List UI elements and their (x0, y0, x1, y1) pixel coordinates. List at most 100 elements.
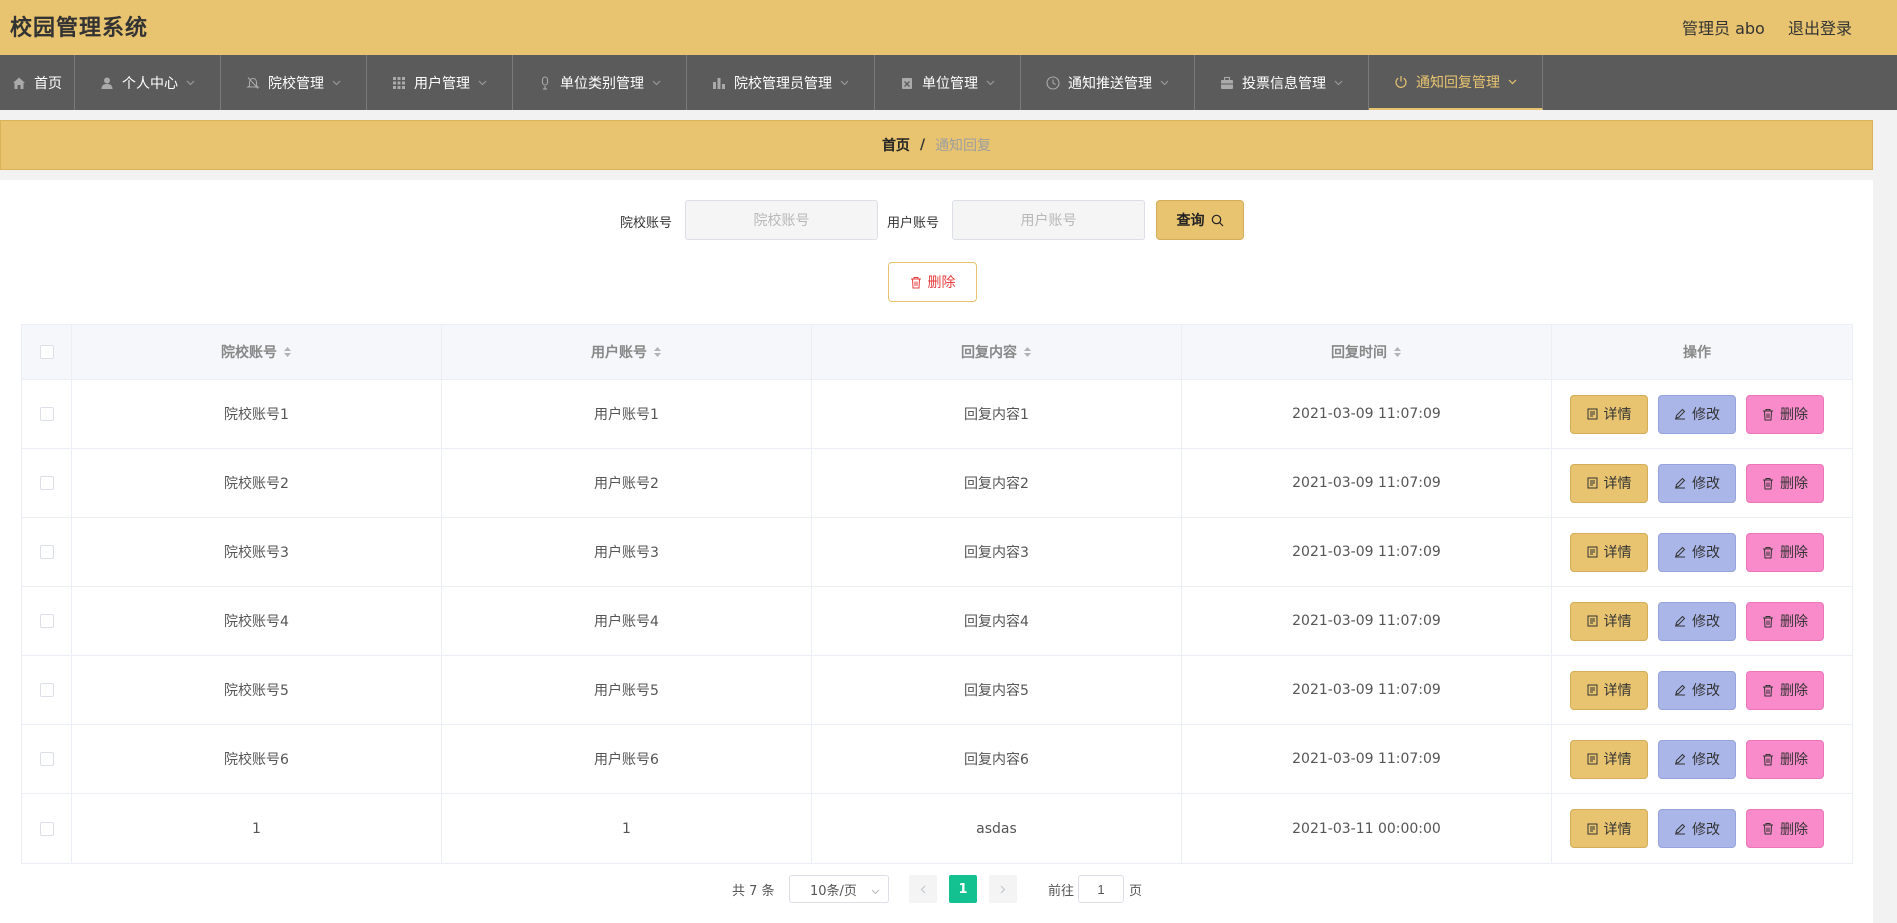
sort-icon[interactable] (1393, 346, 1402, 358)
reply-table: 院校账号 用户账号 回复内容 回复时间 操作 院校账号1 用户账号1 回复内容1 20… (21, 324, 1853, 864)
cell-text: 2021-03-09 11:07:09 (1292, 544, 1441, 560)
edit-button[interactable]: 修改 (1658, 601, 1736, 641)
breadcrumb: 首页 / 通知回复 (0, 120, 1873, 170)
detail-button[interactable]: 详情 (1570, 739, 1648, 779)
breadcrumb-home[interactable]: 首页 (882, 135, 910, 155)
edit-button[interactable]: 修改 (1658, 394, 1736, 434)
prev-page-button[interactable] (909, 875, 937, 903)
sort-icon[interactable] (283, 346, 292, 358)
row-checkbox[interactable] (39, 614, 54, 628)
nav-item-home[interactable]: 首页 (0, 55, 75, 110)
logout-link[interactable]: 退出登录 (1788, 15, 1852, 39)
user-account-input[interactable] (952, 200, 1145, 240)
cell-text: 回复内容1 (964, 407, 1029, 423)
delete-button[interactable]: 删除 (1746, 463, 1824, 503)
edit-button[interactable]: 修改 (1658, 739, 1736, 779)
delete-button[interactable]: 删除 (1746, 394, 1824, 434)
delete-button[interactable]: 删除 (1746, 739, 1824, 779)
col-label: 用户账号 (591, 345, 647, 361)
pencil-icon (1674, 753, 1686, 765)
table-row: 1 1 asdas 2021-03-11 00:00:00 详情 修改 删除 (22, 794, 1852, 863)
cell-school-account: 院校账号6 (72, 725, 442, 793)
document-icon (1587, 823, 1598, 835)
col-school-account[interactable]: 院校账号 (72, 325, 442, 379)
edit-button[interactable]: 修改 (1658, 532, 1736, 572)
detail-label: 详情 (1603, 476, 1632, 492)
row-checkbox[interactable] (39, 683, 54, 697)
row-checkbox[interactable] (39, 752, 54, 766)
nav-item-notice-reply[interactable]: 通知回复管理 (1369, 55, 1543, 110)
delete-button[interactable]: 删除 (1746, 601, 1824, 641)
nav-item-school-admin[interactable]: 院校管理员管理 (687, 55, 875, 110)
delete-label: 删除 (1780, 476, 1808, 492)
edit-button[interactable]: 修改 (1658, 809, 1736, 848)
row-checkbox[interactable] (39, 476, 54, 490)
edit-button[interactable]: 修改 (1658, 670, 1736, 710)
select-all-checkbox[interactable] (39, 345, 54, 359)
cell-school-account: 院校账号5 (72, 656, 442, 724)
nav-item-unit[interactable]: 单位管理 (875, 55, 1021, 110)
goto-page-input[interactable] (1078, 875, 1124, 903)
nav-item-users[interactable]: 用户管理 (367, 55, 513, 110)
col-label: 回复时间 (1331, 345, 1387, 361)
sort-icon[interactable] (653, 346, 662, 358)
cell-text: 院校账号5 (224, 683, 289, 699)
nav-item-school[interactable]: 院校管理 (221, 55, 367, 110)
cell-text: 用户账号2 (594, 476, 659, 492)
user-account-label: 用户账号 (887, 216, 940, 231)
row-checkbox[interactable] (39, 821, 54, 836)
table-header: 院校账号 用户账号 回复内容 回复时间 操作 (22, 325, 1852, 380)
delete-button[interactable]: 删除 (1746, 809, 1824, 848)
detail-button[interactable]: 详情 (1570, 394, 1648, 434)
cell-actions: 详情 修改 删除 (1552, 449, 1842, 517)
trash-icon (1762, 546, 1774, 559)
school-account-input[interactable] (685, 200, 878, 240)
nav-item-vote[interactable]: 投票信息管理 (1195, 55, 1369, 110)
delete-label: 删除 (1780, 683, 1808, 699)
col-user-account[interactable]: 用户账号 (442, 325, 812, 379)
delete-button[interactable]: 删除 (1746, 532, 1824, 572)
detail-button[interactable]: 详情 (1570, 670, 1648, 710)
pencil-icon (1674, 408, 1686, 420)
detail-button[interactable]: 详情 (1570, 601, 1648, 641)
page-button-current[interactable]: 1 (949, 875, 977, 903)
trash-icon (1762, 477, 1774, 490)
detail-label: 详情 (1603, 683, 1632, 699)
table-row: 院校账号4 用户账号4 回复内容4 2021-03-09 11:07:09 详情 修改 删除 (22, 587, 1852, 656)
nav-item-unit-category[interactable]: 单位类别管理 (513, 55, 687, 110)
nav-label: 单位管理 (922, 75, 978, 92)
goto-label: 前往 (1048, 884, 1075, 899)
detail-button[interactable]: 详情 (1570, 463, 1648, 503)
row-checkbox-cell (22, 380, 72, 448)
row-checkbox[interactable] (39, 407, 54, 421)
cell-reply-time: 2021-03-09 11:07:09 (1182, 587, 1552, 655)
detail-button[interactable]: 详情 (1570, 809, 1648, 848)
cell-text: 用户账号5 (594, 683, 659, 699)
edit-button[interactable]: 修改 (1658, 463, 1736, 503)
nav-item-notice-push[interactable]: 通知推送管理 (1021, 55, 1195, 110)
cell-reply-time: 2021-03-09 11:07:09 (1182, 725, 1552, 793)
cell-text: 2021-03-09 11:07:09 (1292, 682, 1441, 698)
table-row: 院校账号5 用户账号5 回复内容5 2021-03-09 11:07:09 详情 修改 删除 (22, 656, 1852, 725)
cell-reply-time: 2021-03-09 11:07:09 (1182, 449, 1552, 517)
query-button[interactable]: 查询 (1156, 200, 1244, 240)
nav-item-profile[interactable]: 个人中心 (75, 55, 221, 110)
delete-button[interactable]: 删除 (1746, 670, 1824, 710)
pager-total: 共 7 条 (732, 884, 775, 899)
col-reply-time[interactable]: 回复时间 (1182, 325, 1552, 379)
cell-text: 1 (252, 820, 261, 837)
sort-icon[interactable] (1023, 346, 1032, 358)
header-checkbox-cell (22, 325, 72, 379)
col-label: 院校账号 (221, 345, 277, 361)
bulk-delete-button[interactable]: 删除 (888, 262, 977, 302)
page-size-select[interactable]: 10条/页 (789, 875, 889, 903)
query-label: 查询 (1176, 213, 1205, 229)
detail-button[interactable]: 详情 (1570, 532, 1648, 572)
col-reply-content[interactable]: 回复内容 (812, 325, 1182, 379)
next-page-button[interactable] (989, 875, 1017, 903)
edit-label: 修改 (1692, 476, 1720, 492)
user-icon (100, 76, 114, 90)
row-checkbox[interactable] (39, 545, 54, 559)
power-icon (1394, 75, 1408, 89)
edit-label: 修改 (1692, 752, 1720, 768)
